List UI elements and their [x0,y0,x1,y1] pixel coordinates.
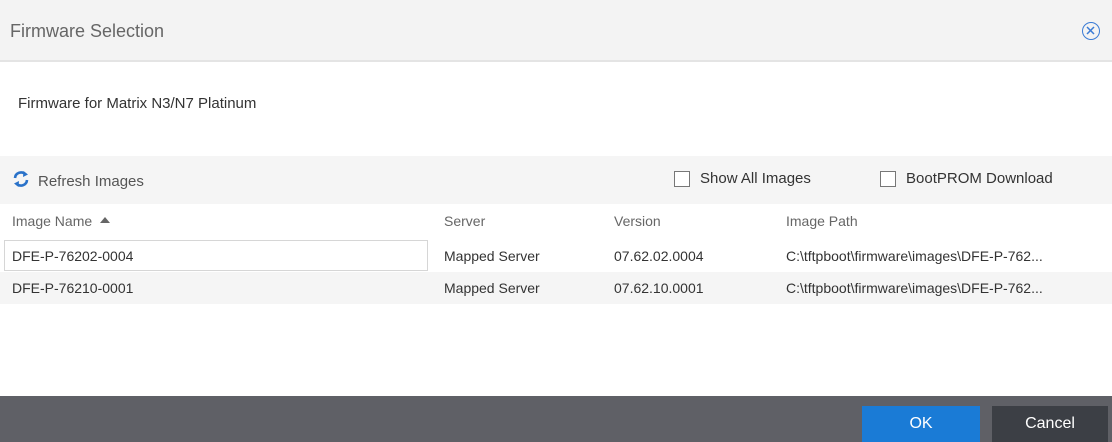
refresh-images-label: Refresh Images [38,173,144,190]
refresh-icon [12,170,30,193]
cell-version: 07.62.10.0001 [614,280,704,296]
cancel-button[interactable]: Cancel [992,406,1108,442]
dialog-titlebar: Firmware Selection [0,0,1112,62]
cell-server: Mapped Server [444,280,540,296]
cell-version: 07.62.02.0004 [614,248,704,264]
bootprom-download-label: BootPROM Download [906,170,1053,187]
column-header-version[interactable]: Version [614,213,661,229]
cell-image-path: C:\tftpboot\firmware\images\DFE-P-762... [786,280,1043,296]
firmware-selection-dialog: Firmware Selection Firmware for Matrix N… [0,0,1112,442]
ok-button[interactable]: OK [862,406,980,442]
cell-image-name: DFE-P-76210-0001 [12,280,134,296]
cell-image-name: DFE-P-76202-0004 [12,248,134,264]
bootprom-download-checkbox[interactable]: BootPROM Download [880,170,1053,187]
table-row[interactable]: DFE-P-76210-0001 Mapped Server 07.62.10.… [0,272,1112,304]
dialog-title: Firmware Selection [10,21,165,41]
firmware-platform-label: Firmware for Matrix N3/N7 Platinum [18,95,257,112]
sort-ascending-icon [100,217,111,224]
column-header-server[interactable]: Server [444,213,485,229]
cell-server: Mapped Server [444,248,540,264]
table-row[interactable]: DFE-P-76202-0004 Mapped Server 07.62.02.… [0,240,1112,272]
column-header-image-name[interactable]: Image Name [12,213,111,229]
close-icon[interactable] [1082,22,1100,40]
column-header-image-path[interactable]: Image Path [786,213,858,229]
image-toolbar: Refresh Images Show All Images BootPROM … [0,156,1112,204]
dialog-footer: OK Cancel [0,396,1112,442]
cell-image-path: C:\tftpboot\firmware\images\DFE-P-762... [786,248,1043,264]
refresh-images-button[interactable]: Refresh Images [12,170,144,193]
table-header: Image Name Server Version Image Path [0,204,1112,240]
show-all-images-label: Show All Images [700,170,811,187]
show-all-images-checkbox[interactable]: Show All Images [674,170,811,187]
show-all-images-box[interactable] [674,170,690,187]
bootprom-download-box[interactable] [880,170,896,187]
